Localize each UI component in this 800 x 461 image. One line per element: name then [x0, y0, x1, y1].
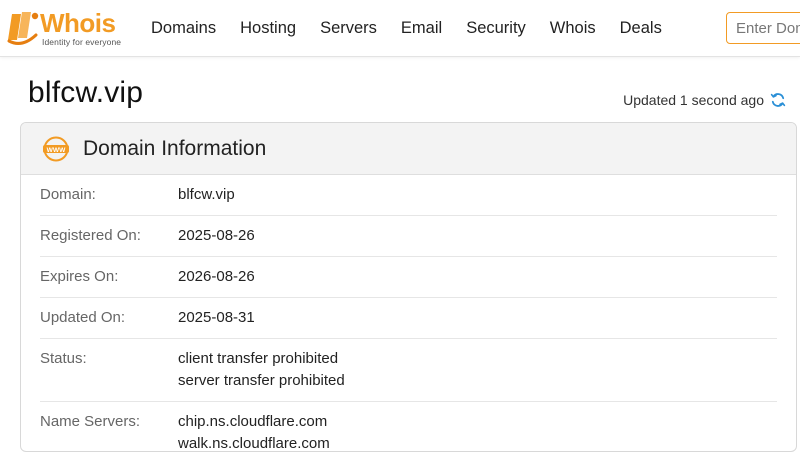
row-label: Name Servers: — [40, 413, 141, 430]
row-label: Domain: — [40, 186, 96, 203]
card-header: WWW Domain Information — [21, 123, 796, 175]
value-line: client transfer prohibited — [178, 350, 339, 367]
row-label: Expires On: — [40, 268, 119, 285]
row-value: 2025-08-31 — [178, 307, 255, 329]
refresh-icon[interactable] — [770, 92, 786, 108]
row-expires-on: Expires On: 2026-08-26 — [40, 257, 777, 298]
domain-search-input[interactable] — [726, 12, 800, 44]
value-line: 2025-08-31 — [178, 309, 255, 326]
main-nav: Domains Hosting Servers Email Security W… — [151, 0, 686, 57]
row-name-servers: Name Servers: chip.ns.cloudflare.com wal… — [40, 402, 777, 452]
nav-domains[interactable]: Domains — [151, 19, 216, 38]
card-title: Domain Information — [83, 136, 267, 160]
updated-status: Updated 1 second ago — [623, 92, 786, 108]
value-line: blfcw.vip — [178, 186, 235, 203]
updated-text: Updated 1 second ago — [623, 92, 764, 108]
info-table: Domain: blfcw.vip Registered On: 2025-08… — [21, 175, 796, 452]
logo-mark-icon — [7, 12, 39, 45]
row-value: 2025-08-26 — [178, 225, 255, 247]
logo-wordmark: Whois — [40, 8, 116, 38]
logo-tagline: Identity for everyone — [42, 37, 122, 47]
row-updated-on: Updated On: 2025-08-31 — [40, 298, 777, 339]
domain-info-card: WWW Domain Information Domain: blfcw.vip… — [20, 122, 797, 452]
nav-deals[interactable]: Deals — [620, 19, 662, 38]
nav-security[interactable]: Security — [466, 19, 526, 38]
nav-servers[interactable]: Servers — [320, 19, 377, 38]
row-value: 2026-08-26 — [178, 266, 255, 288]
nav-email[interactable]: Email — [401, 19, 442, 38]
row-domain: Domain: blfcw.vip — [40, 175, 777, 216]
row-value: chip.ns.cloudflare.com walk.ns.cloudflar… — [178, 411, 330, 452]
value-line: walk.ns.cloudflare.com — [178, 435, 330, 452]
nav-whois[interactable]: Whois — [550, 19, 596, 38]
row-registered-on: Registered On: 2025-08-26 — [40, 216, 777, 257]
nav-hosting[interactable]: Hosting — [240, 19, 296, 38]
svg-text:WWW: WWW — [47, 146, 66, 153]
value-line: 2026-08-26 — [178, 268, 255, 285]
www-icon: WWW — [43, 136, 69, 161]
row-label: Registered On: — [40, 227, 141, 244]
top-navbar: Whois Identity for everyone Domains Host… — [0, 0, 800, 57]
row-value: blfcw.vip — [178, 184, 235, 206]
value-line: 2025-08-26 — [178, 227, 255, 244]
logo-link[interactable]: Whois Identity for everyone — [6, 8, 128, 48]
row-status: Status: client transfer prohibited serve… — [40, 339, 777, 402]
row-label: Status: — [40, 350, 87, 367]
row-label: Updated On: — [40, 309, 126, 326]
row-value: client transfer prohibited server transf… — [178, 348, 345, 392]
page-title: blfcw.vip — [28, 76, 144, 109]
value-line: server transfer prohibited — [178, 372, 345, 389]
value-line: chip.ns.cloudflare.com — [178, 413, 328, 430]
